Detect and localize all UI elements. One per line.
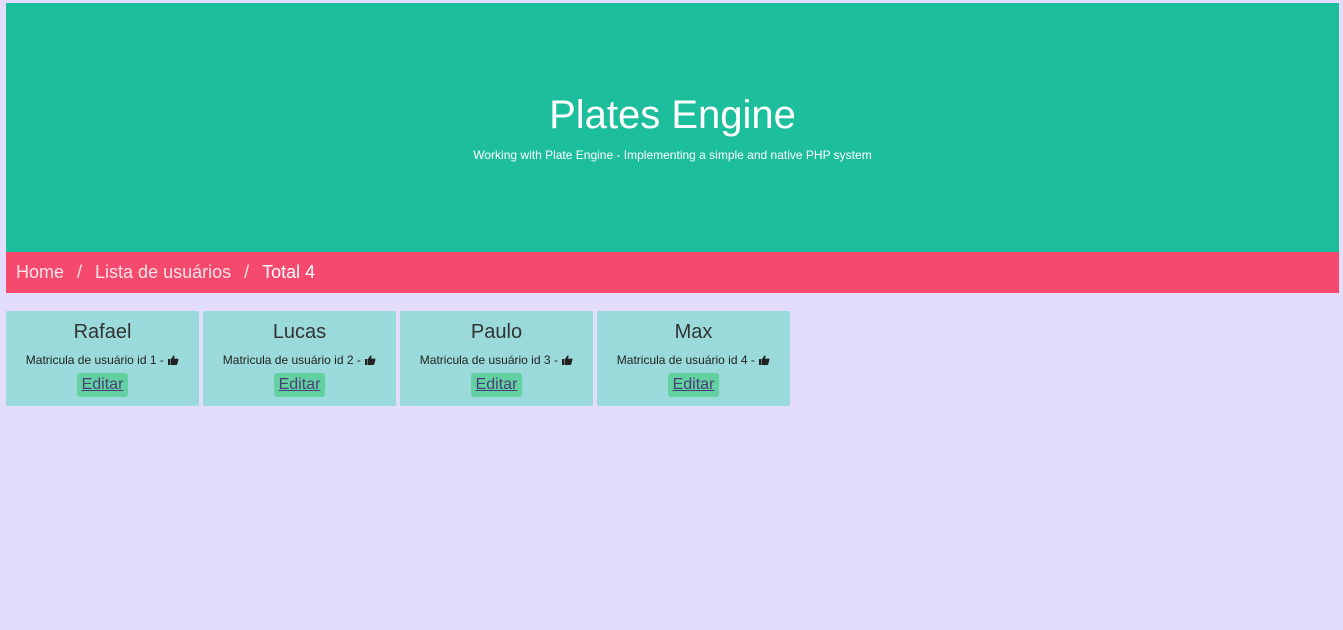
page-subtitle: Working with Plate Engine - Implementing… bbox=[473, 148, 872, 162]
page: Plates Engine Working with Plate Engine … bbox=[6, 3, 1339, 406]
edit-button[interactable]: Editar bbox=[76, 373, 129, 397]
user-registration-text: Matricula de usuário id 1 - bbox=[25, 353, 168, 367]
breadcrumb-home-link[interactable]: Home bbox=[16, 262, 64, 283]
user-name: Max bbox=[674, 321, 713, 343]
user-registration-line: Matricula de usuário id 4 - bbox=[597, 353, 790, 367]
user-registration-line: Matricula de usuário id 1 - bbox=[6, 353, 199, 367]
thumbs-up-icon bbox=[562, 355, 573, 365]
breadcrumb-current: Total 4 bbox=[262, 262, 316, 282]
breadcrumb-user-list-link[interactable]: Lista de usuários bbox=[95, 262, 231, 283]
user-registration-text: Matricula de usuário id 2 - bbox=[222, 353, 365, 367]
edit-button[interactable]: Editar bbox=[470, 373, 523, 397]
user-registration-line: Matricula de usuário id 2 - bbox=[203, 353, 396, 367]
breadcrumb-separator: / bbox=[77, 262, 83, 282]
page-title: Plates Engine bbox=[549, 93, 796, 137]
user-name: Rafael bbox=[73, 321, 132, 343]
thumbs-up-icon bbox=[168, 355, 179, 365]
user-card-list: Rafael Matricula de usuário id 1 - Edita… bbox=[6, 311, 1339, 406]
user-name: Lucas bbox=[272, 321, 327, 343]
user-registration-text: Matricula de usuário id 4 - bbox=[616, 353, 759, 367]
edit-button[interactable]: Editar bbox=[667, 373, 720, 397]
edit-button[interactable]: Editar bbox=[273, 373, 326, 397]
user-registration-line: Matricula de usuário id 3 - bbox=[400, 353, 593, 367]
user-card: Max Matricula de usuário id 4 - Editar bbox=[597, 311, 790, 406]
user-registration-text: Matricula de usuário id 3 - bbox=[419, 353, 562, 367]
breadcrumb-separator: / bbox=[244, 262, 250, 282]
user-card: Lucas Matricula de usuário id 2 - Editar bbox=[203, 311, 396, 406]
hero-banner: Plates Engine Working with Plate Engine … bbox=[6, 3, 1339, 252]
thumbs-up-icon bbox=[759, 355, 770, 365]
user-card: Rafael Matricula de usuário id 1 - Edita… bbox=[6, 311, 199, 406]
breadcrumb: Home / Lista de usuários / Total 4 bbox=[6, 252, 1339, 293]
thumbs-up-icon bbox=[365, 355, 376, 365]
user-card: Paulo Matricula de usuário id 3 - Editar bbox=[400, 311, 593, 406]
user-name: Paulo bbox=[470, 321, 523, 343]
